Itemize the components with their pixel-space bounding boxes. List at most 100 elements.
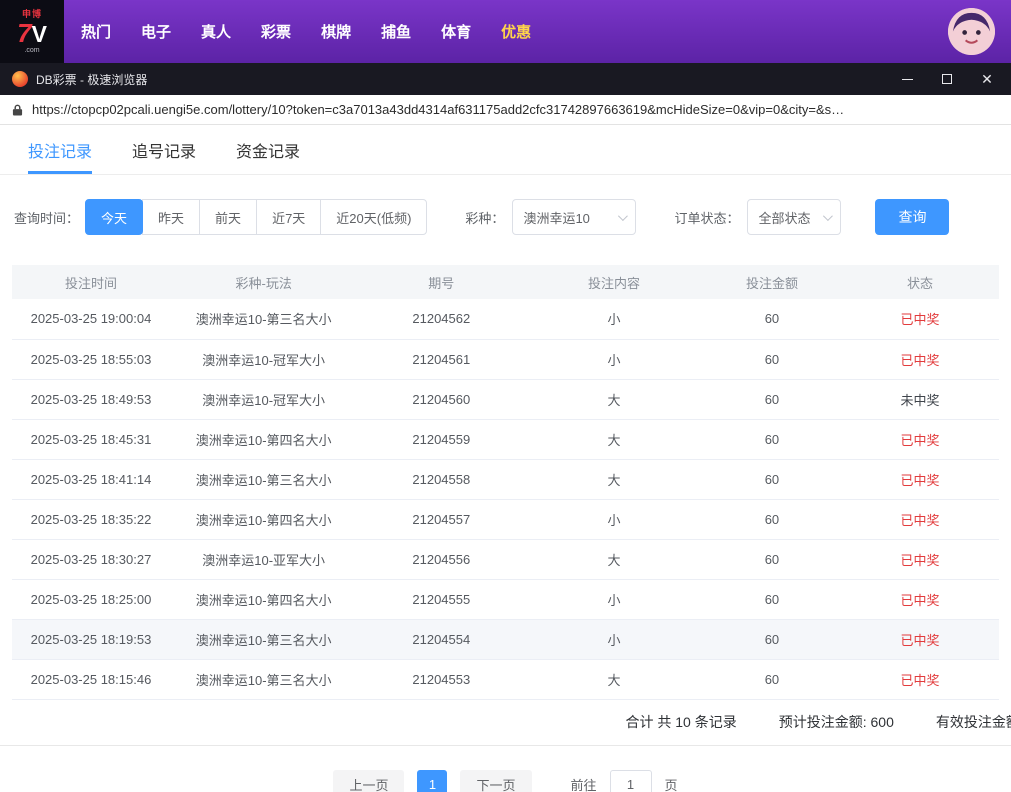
cell-time: 2025-03-25 18:15:46 bbox=[12, 659, 170, 700]
cell-status: 已中奖 bbox=[841, 419, 999, 460]
cell-game: 澳洲幸运10-第三名大小 bbox=[169, 619, 358, 660]
time-filter-group: 今天 昨天 前天 近7天 近20天(低频) bbox=[85, 199, 428, 235]
cell-game: 澳洲幸运10-亚军大小 bbox=[169, 539, 358, 580]
minimize-icon bbox=[901, 78, 913, 80]
time-filter-last-20-days[interactable]: 近20天(低频) bbox=[320, 199, 428, 235]
cell-amount: 60 bbox=[702, 619, 842, 660]
cell-time: 2025-03-25 18:19:53 bbox=[12, 619, 170, 660]
nav-item-electronic[interactable]: 电子 bbox=[141, 21, 171, 42]
lock-icon bbox=[12, 104, 23, 115]
time-filter-last-7-days[interactable]: 近7天 bbox=[256, 199, 322, 235]
close-icon: ✕ bbox=[981, 71, 993, 87]
user-avatar[interactable] bbox=[948, 8, 995, 55]
chevron-down-icon bbox=[618, 210, 629, 221]
cell-issue: 21204562 bbox=[357, 299, 526, 340]
order-status-select[interactable]: 全部状态 bbox=[747, 199, 842, 235]
cell-amount: 60 bbox=[702, 419, 842, 460]
table-row: 2025-03-25 18:41:14 澳洲幸运10-第三名大小 21204558 大… bbox=[12, 459, 999, 500]
current-page-button[interactable]: 1 bbox=[417, 769, 448, 792]
nav-item-sports[interactable]: 体育 bbox=[441, 21, 471, 42]
cell-content: 小 bbox=[525, 579, 703, 620]
page-unit-label: 页 bbox=[664, 778, 678, 792]
tab-fund-records[interactable]: 资金记录 bbox=[236, 125, 300, 174]
filter-bar: 查询时间： 今天 昨天 前天 近7天 近20天(低频) 彩种： 澳洲幸运10 订单状态：… bbox=[14, 199, 1011, 235]
next-page-button[interactable]: 下一页 bbox=[460, 769, 532, 792]
cell-content: 小 bbox=[525, 339, 703, 380]
nav-item-fishing[interactable]: 捕鱼 bbox=[381, 21, 411, 42]
maximize-icon bbox=[942, 74, 952, 84]
nav-item-lottery[interactable]: 彩票 bbox=[261, 21, 291, 42]
table-row: 2025-03-25 18:19:53 澳洲幸运10-第三名大小 21204554 小… bbox=[12, 619, 999, 660]
order-status-value: 全部状态 bbox=[758, 210, 811, 226]
close-button[interactable]: ✕ bbox=[967, 63, 1007, 95]
summary-total: 合计 共 10 条记录 bbox=[625, 714, 737, 730]
cell-time: 2025-03-25 18:30:27 bbox=[12, 539, 170, 580]
nav-item-board-games[interactable]: 棋牌 bbox=[321, 21, 351, 42]
time-filter-today[interactable]: 今天 bbox=[85, 199, 144, 235]
lottery-label: 彩种： bbox=[465, 210, 505, 226]
cell-game: 澳洲幸运10-第四名大小 bbox=[169, 579, 358, 620]
cell-issue: 21204557 bbox=[357, 499, 526, 540]
address-bar: https://ctopcp02pcali.uengi5e.com/lotter… bbox=[0, 95, 1011, 125]
table-row: 2025-03-25 19:00:04 澳洲幸运10-第三名大小 21204562 小… bbox=[12, 299, 999, 340]
nav-item-live[interactable]: 真人 bbox=[201, 21, 231, 42]
prev-page-button[interactable]: 上一页 bbox=[333, 769, 405, 792]
lottery-select[interactable]: 澳洲幸运10 bbox=[512, 199, 637, 235]
cell-content: 小 bbox=[525, 499, 703, 540]
cell-status: 已中奖 bbox=[841, 339, 999, 380]
logo-main: 7 V bbox=[17, 20, 47, 46]
cell-game: 澳洲幸运10-冠军大小 bbox=[169, 379, 358, 420]
query-button[interactable]: 查询 bbox=[875, 199, 950, 235]
cell-content: 大 bbox=[525, 379, 703, 420]
cell-time: 2025-03-25 19:00:04 bbox=[12, 299, 170, 340]
table-row: 2025-03-25 18:30:27 澳洲幸运10-亚军大小 21204556 大 6… bbox=[12, 539, 999, 580]
cell-issue: 21204556 bbox=[357, 539, 526, 580]
nav-item-promotions[interactable]: 优惠 bbox=[501, 21, 531, 42]
table-row: 2025-03-25 18:55:03 澳洲幸运10-冠军大小 21204561 小 6… bbox=[12, 339, 999, 380]
tab-chase-records[interactable]: 追号记录 bbox=[132, 125, 196, 174]
cell-status: 已中奖 bbox=[841, 459, 999, 500]
summary-expected-amount: 预计投注金额: 600 bbox=[778, 714, 894, 730]
table-row: 2025-03-25 18:15:46 澳洲幸运10-第三名大小 21204553 大… bbox=[12, 659, 999, 700]
browser-tab-icon bbox=[12, 71, 28, 87]
nav-item-hot[interactable]: 热门 bbox=[81, 21, 111, 42]
time-filter-yesterday[interactable]: 昨天 bbox=[142, 199, 201, 235]
logo-v: V bbox=[31, 20, 47, 47]
cell-issue: 21204561 bbox=[357, 339, 526, 380]
url-text[interactable]: https://ctopcp02pcali.uengi5e.com/lotter… bbox=[32, 102, 844, 117]
minimize-button[interactable] bbox=[887, 63, 927, 95]
col-header-time: 投注时间 bbox=[12, 265, 170, 299]
cell-amount: 60 bbox=[702, 659, 842, 700]
tab-bet-records[interactable]: 投注记录 bbox=[28, 125, 93, 174]
cell-time: 2025-03-25 18:35:22 bbox=[12, 499, 170, 540]
cell-status: 已中奖 bbox=[841, 659, 999, 700]
cell-amount: 60 bbox=[702, 339, 842, 380]
cell-content: 大 bbox=[525, 539, 703, 580]
cell-status: 已中奖 bbox=[841, 299, 999, 340]
cell-time: 2025-03-25 18:49:53 bbox=[12, 379, 170, 420]
window-title: DB彩票 - 极速浏览器 bbox=[36, 72, 148, 87]
cell-game: 澳洲幸运10-第三名大小 bbox=[169, 299, 358, 340]
cell-game: 澳洲幸运10-第三名大小 bbox=[169, 659, 358, 700]
site-header: 申博 7 V .com 热门 电子 真人 彩票 棋牌 捕鱼 体育 优惠 bbox=[0, 0, 1011, 63]
summary-valid-amount: 有效投注金额: 600 bbox=[935, 714, 1011, 730]
cell-issue: 21204560 bbox=[357, 379, 526, 420]
record-tabs: 投注记录 追号记录 资金记录 bbox=[0, 125, 1011, 175]
cell-content: 小 bbox=[525, 619, 703, 660]
summary-bar: 合计 共 10 条记录 预计投注金额: 600 有效投注金额: 600 bbox=[0, 700, 1011, 746]
site-logo[interactable]: 申博 7 V .com bbox=[0, 0, 64, 63]
goto-page-input[interactable] bbox=[609, 769, 652, 792]
col-header-amount: 投注金额 bbox=[702, 265, 842, 299]
cell-content: 大 bbox=[525, 419, 703, 460]
cell-status: 已中奖 bbox=[841, 499, 999, 540]
cell-amount: 60 bbox=[702, 379, 842, 420]
logo-seven: 7 bbox=[17, 17, 32, 48]
time-filter-label: 查询时间： bbox=[14, 210, 80, 226]
time-filter-day-before-yesterday[interactable]: 前天 bbox=[199, 199, 258, 235]
maximize-button[interactable] bbox=[927, 63, 967, 95]
cell-content: 小 bbox=[525, 299, 703, 340]
lottery-select-value: 澳洲幸运10 bbox=[523, 210, 590, 226]
cell-time: 2025-03-25 18:25:00 bbox=[12, 579, 170, 620]
cell-time: 2025-03-25 18:45:31 bbox=[12, 419, 170, 460]
col-header-game: 彩种-玩法 bbox=[169, 265, 358, 299]
